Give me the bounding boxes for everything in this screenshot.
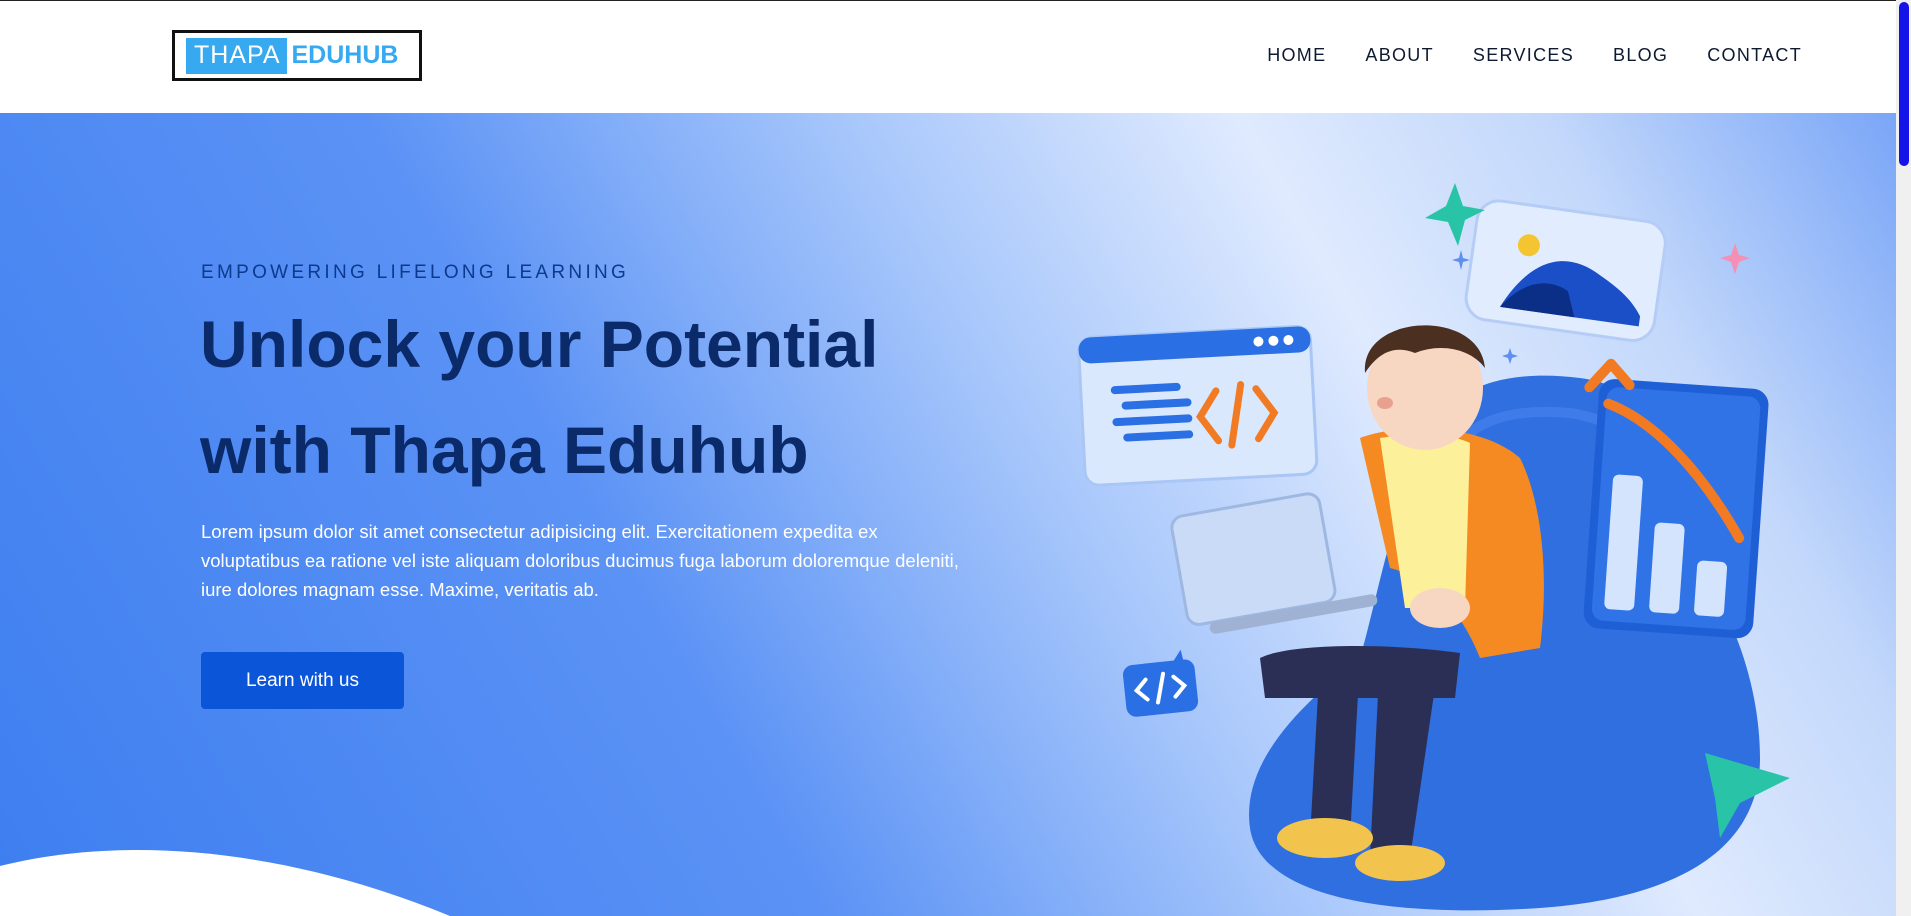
nav-services[interactable]: SERVICES <box>1473 45 1574 66</box>
sparkle-icon <box>1502 348 1518 364</box>
bottom-wave-shape <box>0 850 450 916</box>
sparkle-icon <box>1452 250 1470 270</box>
main-nav: HOME ABOUT SERVICES BLOG CONTACT <box>1267 45 1802 66</box>
nav-contact[interactable]: CONTACT <box>1707 45 1802 66</box>
page: THAPA EDUHUB HOME ABOUT SERVICES BLOG CO… <box>0 0 1911 916</box>
image-card-icon <box>1464 199 1667 342</box>
hero-description: Lorem ipsum dolor sit amet consectetur a… <box>201 521 959 600</box>
page-scrollbar[interactable] <box>1896 0 1911 916</box>
nav-about[interactable]: ABOUT <box>1365 45 1434 66</box>
site-header: THAPA EDUHUB HOME ABOUT SERVICES BLOG CO… <box>0 0 1896 113</box>
hero-eyebrow: EMPOWERING LIFELONG LEARNING <box>201 262 630 283</box>
nav-home[interactable]: HOME <box>1267 45 1326 66</box>
sparkle-icon <box>1720 243 1750 274</box>
learn-with-us-button[interactable]: Learn with us <box>201 652 404 709</box>
chart-card-icon <box>1583 358 1769 639</box>
hero-headline: Unlock your Potential with Thapa Eduhub <box>200 291 1020 503</box>
nav-blog[interactable]: BLOG <box>1613 45 1668 66</box>
logo[interactable]: THAPA EDUHUB <box>172 30 422 81</box>
logo-part-thapa: THAPA <box>186 37 287 74</box>
hero-headline-line2: with Thapa Eduhub <box>200 413 809 487</box>
code-bubble-icon <box>1122 649 1199 717</box>
scrollbar-thumb[interactable] <box>1899 2 1909 166</box>
code-window-icon <box>1077 325 1319 487</box>
hero-headline-line1: Unlock your Potential <box>200 307 879 381</box>
logo-part-eduhub: EDUHUB <box>291 41 399 69</box>
hero-section: EMPOWERING LIFELONG LEARNING Unlock your… <box>0 113 1896 916</box>
laptop-icon <box>1170 492 1378 634</box>
hero-illustration <box>1077 183 1790 911</box>
